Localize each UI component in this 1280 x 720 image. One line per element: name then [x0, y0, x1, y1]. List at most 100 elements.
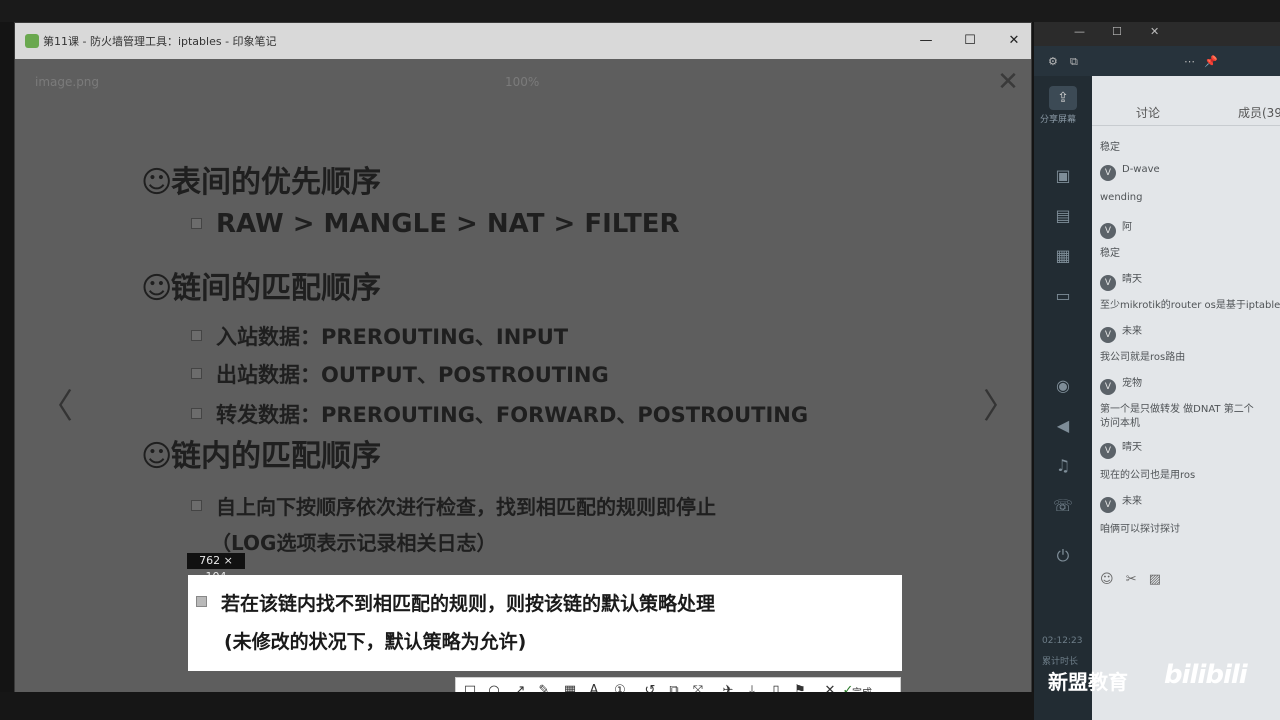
chat-username: 晴天 [1122, 274, 1142, 285]
power-icon[interactable]: ⏻ [1052, 546, 1074, 568]
chat-user: V D-wave [1100, 164, 1160, 181]
heading-in-chain-order: ☺链内的匹配顺序 [141, 431, 381, 475]
chat-message: 现在的公司也是用ros [1100, 470, 1196, 481]
smiley-icon: ☺ [141, 439, 173, 474]
heading-text: 链内的匹配顺序 [171, 439, 381, 474]
bullet-text: 转发数据：PREROUTING、FORWARD、POSTROUTING [216, 403, 809, 427]
chat-message: 我公司就是ros路由 [1100, 352, 1186, 363]
chat-sidebar: ⇪ 分享屏幕 ▣ ▤ ▦ ▭ ◉ ◀ ♫ ☏ ⏻ 02:12:23 累计时长 [1034, 76, 1092, 720]
chat-message: 至少mikrotik的router os是基于iptables [1100, 300, 1280, 311]
heading-text: 表间的优先顺序 [171, 165, 381, 200]
chat-titlebar: — ☐ ✕ [1034, 22, 1280, 46]
session-time: 02:12:23 [1042, 636, 1083, 646]
file-icon[interactable]: ▭ [1052, 286, 1074, 308]
chat-username: 未来 [1122, 326, 1142, 337]
bullet-square-icon [191, 368, 202, 379]
avatar: V [1100, 379, 1116, 395]
top-strip [0, 0, 1280, 22]
watermark-text: 新盟教育 [1048, 670, 1128, 694]
avatar: V [1100, 327, 1116, 343]
avatar: V [1100, 223, 1116, 239]
emoji-icon[interactable]: ☺ [1100, 572, 1114, 587]
more-icon[interactable]: ⋯ [1184, 52, 1195, 72]
bullet-text: 若在该链内找不到相匹配的规则，则按该链的默认策略处理 [221, 593, 716, 615]
chat-message: 咱俩可以探讨探讨 [1100, 524, 1180, 535]
share-screen-label: 分享屏幕 [1040, 115, 1077, 125]
bullet-outbound: 出站数据：OUTPUT、POSTROUTING [191, 359, 609, 389]
chat-message: 访问本机 [1100, 418, 1140, 429]
smiley-icon: ☺ [141, 271, 173, 306]
close-window-button[interactable]: ✕ [1150, 22, 1159, 42]
smiley-icon: ☺ [141, 165, 173, 200]
image-viewer-window: 第11课 - 防火墙管理工具：iptables - 印象笔记 — ☐ ✕ ima… [14, 22, 1032, 705]
maximize-button[interactable]: ☐ [957, 29, 983, 53]
minimize-button[interactable]: — [913, 29, 939, 53]
chat-message: 第一个是只做转发 做DNAT 第二个 [1100, 404, 1254, 415]
camera-icon[interactable]: ▣ [1052, 166, 1074, 188]
image-icon[interactable]: ▨ [1149, 572, 1161, 587]
slide-image: ☺表间的优先顺序 RAW > MANGLE > NAT > FILTER ☺链间… [15, 109, 1031, 705]
bullet-text: 出站数据：OUTPUT、POSTROUTING [216, 363, 609, 387]
chat-user: V 晴天 [1100, 438, 1142, 459]
tab-members[interactable]: 成员(39 [1238, 104, 1280, 121]
phone-icon[interactable]: ☏ [1052, 496, 1074, 518]
chat-user: V 宠物 [1100, 374, 1142, 395]
minimize-button[interactable]: — [1074, 22, 1085, 42]
window-titlebar: 第11课 - 防火墙管理工具：iptables - 印象笔记 — ☐ ✕ [15, 23, 1031, 59]
bilibili-logo: bilibili [1164, 660, 1248, 690]
bottom-strip [0, 692, 1034, 720]
viewer-header: image.png 100% ✕ [15, 59, 1031, 109]
chat-username: 晴天 [1122, 442, 1142, 453]
image-viewer: image.png 100% ✕ 〈 〉 ☺表间的优先顺序 RAW > MANG… [15, 59, 1031, 705]
popout-icon[interactable]: ⧉ [1070, 52, 1078, 72]
chat-user: V 未来 [1100, 492, 1142, 513]
bullet-table-order: RAW > MANGLE > NAT > FILTER [191, 209, 680, 239]
chat-user: V 未来 [1100, 322, 1142, 343]
bullet-square-icon [191, 408, 202, 419]
bullet-forward: 转发数据：PREROUTING、FORWARD、POSTROUTING [191, 399, 808, 429]
chat-message: 稳定 [1100, 248, 1120, 259]
chat-user: V阿 [1100, 218, 1132, 239]
maximize-button[interactable]: ☐ [1112, 22, 1122, 42]
bullet-text: 入站数据：PREROUTING、INPUT [216, 325, 569, 349]
chat-window: — ☐ ✕ ⚙ ⧉ ⋯ 📌 ⇪ 分享屏幕 ▣ ▤ ▦ ▭ ◉ ◀ ♫ ☏ ⏻ 0… [1034, 22, 1280, 720]
bullet-text: （LOG选项表示记录相关日志） [211, 531, 497, 555]
screenshot-selection[interactable]: 若在该链内找不到相匹配的规则，则按该链的默认策略处理 (未修改的状况下，默认策略… [188, 575, 902, 671]
chat-message: wending [1100, 192, 1143, 203]
bullet-square-icon [196, 596, 207, 607]
chat-input-toolbar: ☺ ✂ ▨ [1100, 572, 1169, 587]
chat-user: V 晴天 [1100, 270, 1142, 291]
window-title: 第11课 - 防火墙管理工具：iptables - 印象笔记 [43, 35, 277, 48]
grid-icon[interactable]: ▦ [1052, 246, 1074, 268]
chat-panel: 讨论 成员(39 稳定 V D-wave wending V阿 稳定 V 晴天 至少… [1092, 76, 1280, 720]
heading-text: 链间的匹配顺序 [171, 271, 381, 306]
viewer-close-icon[interactable]: ✕ [993, 67, 1023, 99]
heading-table-priority: ☺表间的优先顺序 [141, 157, 381, 201]
volume-icon[interactable]: ◀ [1052, 416, 1074, 438]
chat-toolbar: ⚙ ⧉ ⋯ 📌 [1034, 46, 1280, 76]
settings-icon[interactable]: ⚙ [1048, 52, 1058, 72]
bullet-square-icon [191, 218, 202, 229]
bullet-top-down: 自上向下按顺序依次进行检查，找到相匹配的规则即停止 [191, 491, 716, 520]
board-icon[interactable]: ▤ [1052, 206, 1074, 228]
music-icon[interactable]: ♫ [1052, 456, 1074, 478]
chat-username: D-wave [1122, 164, 1160, 175]
selected-rule-note: (未修改的状况下，默认策略为允许) [224, 631, 527, 653]
zoom-level[interactable]: 100% [505, 75, 539, 89]
selection-size-badge: 762 × 104 [187, 553, 245, 583]
share-screen-icon[interactable]: ⇪ [1049, 86, 1077, 110]
bullet-log-note: （LOG选项表示记录相关日志） [211, 527, 496, 556]
close-window-button[interactable]: ✕ [1001, 29, 1027, 53]
chat-message: 稳定 [1100, 142, 1120, 153]
image-filename: image.png [35, 75, 100, 89]
heading-chain-match-order: ☺链间的匹配顺序 [141, 263, 381, 307]
avatar: V [1100, 165, 1116, 181]
chat-tabs: 讨论 成员(39 [1092, 76, 1280, 126]
tab-discussion[interactable]: 讨论 [1136, 104, 1160, 121]
scissors-icon[interactable]: ✂ [1126, 572, 1137, 587]
mic-icon[interactable]: ◉ [1052, 376, 1074, 398]
pin-icon[interactable]: 📌 [1204, 52, 1218, 72]
bullet-text: RAW > MANGLE > NAT > FILTER [216, 209, 680, 239]
bullet-square-icon [191, 500, 202, 511]
bullet-text: 自上向下按顺序依次进行检查，找到相匹配的规则即停止 [216, 495, 716, 519]
